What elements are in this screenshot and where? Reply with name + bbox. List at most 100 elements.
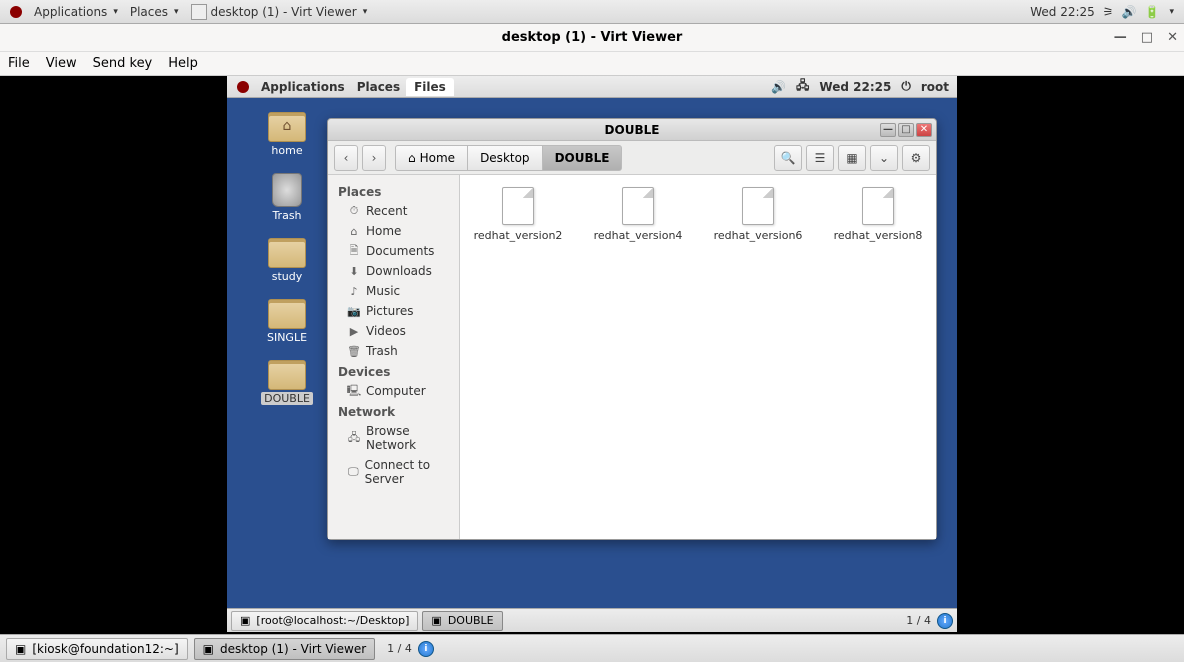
- guest-top-panel: Applications Places Files 🔊 🖧 Wed 22:25 …: [227, 76, 957, 98]
- file-item[interactable]: redhat_version2: [468, 187, 568, 242]
- chevron-down-icon: ▾: [363, 7, 368, 17]
- host-activities-icon[interactable]: [4, 4, 28, 20]
- sidebar-item-pictures[interactable]: 📷Pictures: [328, 301, 459, 321]
- recent-icon: ⏱: [348, 205, 360, 217]
- sidebar-item-recent[interactable]: ⏱Recent: [328, 201, 459, 221]
- volume-icon[interactable]: 🔊: [1122, 5, 1137, 19]
- maximize-button[interactable]: □: [898, 123, 914, 137]
- terminal-icon: ▣: [240, 614, 250, 627]
- virt-window-title: desktop (1) - Virt Viewer: [502, 30, 683, 45]
- forward-button[interactable]: ›: [362, 145, 386, 171]
- chevron-down-icon[interactable]: ▾: [1169, 7, 1174, 17]
- guest-places-menu[interactable]: Places: [351, 78, 406, 96]
- window-icon: ▣: [203, 642, 214, 656]
- guest-taskbar: ▣[root@localhost:~/Desktop] ▣DOUBLE 1 / …: [227, 608, 957, 632]
- trash-icon: [272, 173, 302, 207]
- nautilus-file-pane[interactable]: redhat_version2 redhat_version4 redhat_v…: [460, 175, 936, 539]
- sidebar-item-downloads[interactable]: ⬇Downloads: [328, 261, 459, 281]
- volume-icon[interactable]: 🔊: [771, 80, 786, 94]
- guest-applications-menu[interactable]: Applications: [255, 78, 351, 96]
- pathbar: ⌂Home Desktop DOUBLE: [396, 145, 622, 171]
- battery-icon[interactable]: 🔋: [1145, 5, 1160, 19]
- path-segment-double[interactable]: DOUBLE: [542, 145, 623, 171]
- guest-user-menu[interactable]: root: [921, 80, 949, 94]
- path-segment-home[interactable]: ⌂Home: [395, 145, 468, 171]
- downloads-icon: ⬇: [348, 265, 360, 277]
- path-segment-desktop[interactable]: Desktop: [467, 145, 543, 171]
- minimize-button[interactable]: —: [880, 123, 896, 137]
- sidebar-item-videos[interactable]: ▶Videos: [328, 321, 459, 341]
- close-button[interactable]: ✕: [916, 123, 932, 137]
- fedora-icon: [237, 81, 249, 93]
- power-icon[interactable]: ⏻: [901, 79, 911, 94]
- taskbar-item-terminal[interactable]: ▣[kiosk@foundation12:~]: [6, 638, 188, 660]
- desktop-icon-study[interactable]: study: [257, 238, 317, 283]
- trash-icon: 🗑: [348, 345, 360, 357]
- workspace-indicator[interactable]: 1 / 4i: [906, 613, 953, 629]
- sidebar-item-home[interactable]: ⌂Home: [328, 221, 459, 241]
- maximize-button[interactable]: □: [1141, 30, 1153, 45]
- menu-view[interactable]: View: [46, 56, 77, 71]
- host-top-panel: Applications▾ Places▾ desktop (1) - Virt…: [0, 0, 1184, 24]
- guest-activities-icon[interactable]: [231, 79, 255, 95]
- file-icon: [502, 187, 534, 225]
- desktop-icon-trash[interactable]: Trash: [257, 173, 317, 222]
- wifi-icon[interactable]: ⚞: [1103, 5, 1114, 19]
- taskbar-item-virtviewer[interactable]: ▣desktop (1) - Virt Viewer: [194, 638, 376, 660]
- menu-file[interactable]: File: [8, 56, 30, 71]
- terminal-icon: ▣: [15, 642, 26, 656]
- nautilus-titlebar[interactable]: DOUBLE — □ ✕: [328, 119, 936, 141]
- fedora-icon: [10, 6, 22, 18]
- server-icon: 🖵: [348, 466, 359, 478]
- view-grid-button[interactable]: ▦: [838, 145, 866, 171]
- view-list-button[interactable]: ☰: [806, 145, 834, 171]
- nautilus-toolbar: ‹ › ⌂Home Desktop DOUBLE 🔍 ☰ ▦ ⌄ ⚙: [328, 141, 936, 175]
- nautilus-title: DOUBLE: [605, 123, 660, 137]
- guest-desktop[interactable]: home Trash study SINGLE DOUBLE DOUBLE — …: [227, 98, 957, 608]
- nautilus-window: DOUBLE — □ ✕ ‹ › ⌂Home Desktop DOUBLE: [327, 118, 937, 540]
- guest-clock[interactable]: Wed 22:25: [819, 80, 891, 94]
- sidebar-heading-devices: Devices: [328, 361, 459, 381]
- file-item[interactable]: redhat_version4: [588, 187, 688, 242]
- file-item[interactable]: redhat_version6: [708, 187, 808, 242]
- desktop-icon-single[interactable]: SINGLE: [257, 299, 317, 344]
- chevron-down-icon: ▾: [113, 7, 118, 17]
- guest-active-app-menu[interactable]: Files: [406, 78, 454, 96]
- workspace-indicator[interactable]: 1 / 4i: [387, 641, 434, 657]
- view-dropdown-button[interactable]: ⌄: [870, 145, 898, 171]
- desktop-icon-double[interactable]: DOUBLE: [257, 360, 317, 405]
- sidebar-item-music[interactable]: ♪Music: [328, 281, 459, 301]
- taskbar-item-files[interactable]: ▣DOUBLE: [422, 611, 502, 631]
- taskbar-item-terminal[interactable]: ▣[root@localhost:~/Desktop]: [231, 611, 418, 631]
- minimize-button[interactable]: —: [1114, 30, 1127, 45]
- pictures-icon: 📷: [348, 305, 360, 317]
- nautilus-sidebar: Places ⏱Recent ⌂Home 🗎Documents ⬇Downloa…: [328, 175, 460, 539]
- host-applications-menu[interactable]: Applications▾: [28, 3, 124, 21]
- file-item[interactable]: redhat_version8: [828, 187, 928, 242]
- network-icon: 🖧: [348, 432, 360, 444]
- desktop-icon-home[interactable]: home: [257, 112, 317, 157]
- vm-viewport: Applications Places Files 🔊 🖧 Wed 22:25 …: [0, 76, 1184, 634]
- virt-menubar: File View Send key Help: [0, 52, 1184, 76]
- sidebar-item-trash[interactable]: 🗑Trash: [328, 341, 459, 361]
- desktop-icons: home Trash study SINGLE DOUBLE: [257, 112, 317, 405]
- sidebar-item-computer[interactable]: 🖳Computer: [328, 381, 459, 401]
- host-active-app-menu[interactable]: desktop (1) - Virt Viewer▾: [185, 2, 374, 22]
- menu-sendkey[interactable]: Send key: [93, 56, 153, 71]
- sidebar-heading-places: Places: [328, 181, 459, 201]
- search-button[interactable]: 🔍: [774, 145, 802, 171]
- menu-help[interactable]: Help: [168, 56, 198, 71]
- back-button[interactable]: ‹: [334, 145, 358, 171]
- folder-icon: [268, 112, 306, 142]
- close-button[interactable]: ✕: [1167, 30, 1178, 45]
- network-icon[interactable]: 🖧: [796, 76, 809, 97]
- sidebar-item-connect-server[interactable]: 🖵Connect to Server: [328, 455, 459, 489]
- sidebar-item-documents[interactable]: 🗎Documents: [328, 241, 459, 261]
- folder-icon: [268, 238, 306, 268]
- home-icon: ⌂: [348, 225, 360, 237]
- host-places-menu[interactable]: Places▾: [124, 3, 185, 21]
- settings-button[interactable]: ⚙: [902, 145, 930, 171]
- host-clock[interactable]: Wed 22:25: [1030, 5, 1095, 19]
- sidebar-item-browse-network[interactable]: 🖧Browse Network: [328, 421, 459, 455]
- computer-icon: 🖳: [348, 385, 360, 397]
